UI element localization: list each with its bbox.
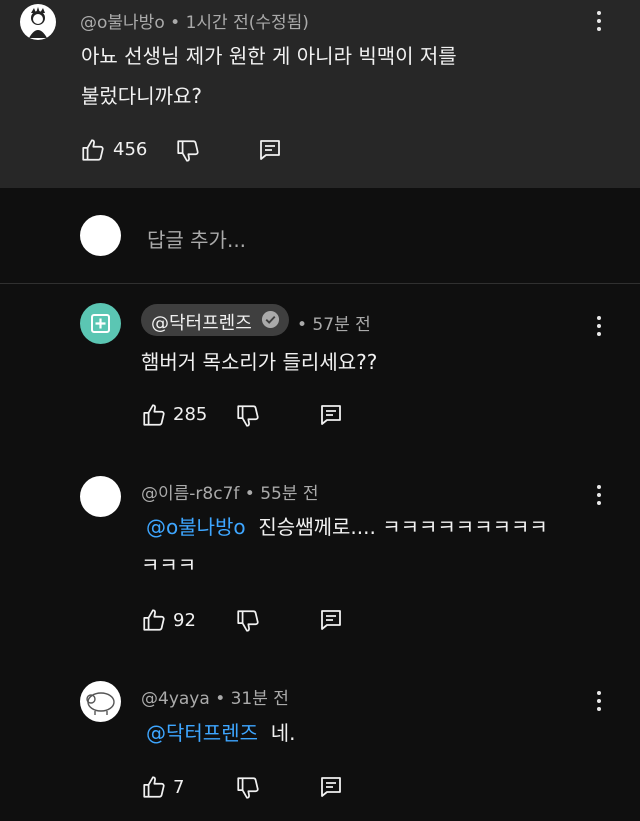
reply3-text: 네. — [270, 721, 296, 745]
like-icon[interactable] — [80, 137, 106, 163]
reply1-text: 햄버거 목소리가 들리세요?? — [141, 350, 378, 374]
parent-comment-text-line1: 아뇨 선생님 제가 원한 게 아니라 빅맥이 저를 — [81, 44, 457, 68]
parent-author-avatar[interactable] — [20, 4, 56, 40]
reply2-time: • 55분 전 — [244, 484, 319, 504]
reply1-author-name: @닥터프렌즈 — [151, 313, 252, 334]
parent-comment-meta: @o불나방o • 1시간 전(수정됨) — [80, 8, 309, 33]
reply3-like-count: 7 — [173, 777, 185, 798]
cartoon-avatar-icon — [29, 7, 47, 38]
current-user-avatar — [80, 215, 121, 256]
reply2-text-line2: ㅋㅋㅋ — [141, 553, 197, 577]
reply2-text-line1: @o불나방o 진승쌤께로.... ㅋㅋㅋㅋㅋㅋㅋㅋㅋ — [146, 507, 548, 547]
reply2-meta: @이름-r8c7f • 55분 전 — [141, 479, 319, 504]
reply-icon[interactable] — [258, 138, 282, 162]
verified-icon — [261, 310, 280, 329]
reply2-more-button[interactable] — [589, 482, 609, 508]
parent-more-button[interactable] — [589, 8, 609, 34]
dislike-icon[interactable] — [235, 403, 261, 429]
reply2-author-avatar[interactable] — [80, 476, 121, 517]
reply2-like-count: 92 — [173, 610, 196, 631]
like-icon[interactable] — [141, 402, 167, 428]
reply1-author-chip[interactable]: @닥터프렌즈 — [141, 304, 289, 336]
reply3-meta: @4yaya • 31분 전 — [141, 684, 289, 709]
like-icon[interactable] — [141, 607, 167, 633]
reply-icon[interactable] — [319, 608, 343, 632]
reply2-mention-link[interactable]: @o불나방o — [146, 515, 246, 539]
dislike-icon[interactable] — [175, 138, 201, 164]
reply2-text: 진승쌤께로.... ㅋㅋㅋㅋㅋㅋㅋㅋㅋ — [258, 515, 548, 539]
reply3-text-line: @닥터프렌즈 네. — [146, 713, 295, 753]
reply1-like-count: 285 — [173, 404, 208, 425]
reply2-author-name[interactable]: @이름-r8c7f — [141, 484, 239, 504]
parent-author-name[interactable]: @o불나방o — [80, 13, 165, 33]
dislike-icon[interactable] — [235, 608, 261, 634]
reply3-author-avatar[interactable] — [80, 681, 121, 722]
reply1-more-button[interactable] — [589, 313, 609, 339]
reply1-author-avatar[interactable] — [80, 303, 121, 344]
dislike-icon[interactable] — [235, 775, 261, 801]
divider — [0, 283, 640, 284]
add-reply-input[interactable]: 답글 추가... — [147, 224, 246, 253]
parent-like-count: 456 — [113, 139, 148, 160]
parent-comment-text-line2: 불렀다니까요? — [81, 84, 203, 108]
reply1-time: • 57분 전 — [297, 315, 371, 335]
reply3-author-name[interactable]: @4yaya — [141, 689, 210, 709]
hospital-icon — [91, 314, 110, 333]
sheep-avatar-icon — [86, 692, 115, 715]
parent-comment-time: • 1시간 전(수정됨) — [170, 13, 309, 33]
reply3-more-button[interactable] — [589, 688, 609, 714]
reply3-mention-link[interactable]: @닥터프렌즈 — [146, 721, 258, 745]
reply-icon[interactable] — [319, 775, 343, 799]
reply3-time: • 31분 전 — [215, 689, 289, 709]
parent-comment: @o불나방o • 1시간 전(수정됨) 아뇨 선생님 제가 원한 게 아니라 빅… — [0, 0, 640, 188]
like-icon[interactable] — [141, 774, 167, 800]
reply-icon[interactable] — [319, 403, 343, 427]
